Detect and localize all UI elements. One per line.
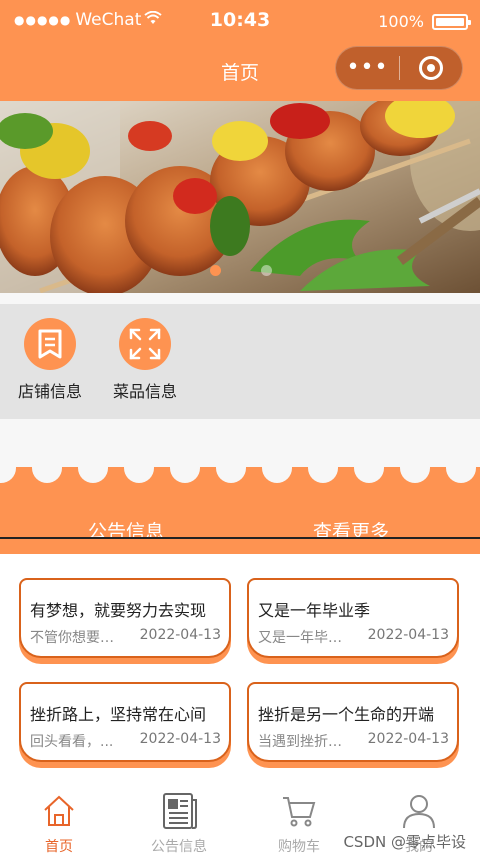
close-mini-program-button[interactable] <box>400 56 462 80</box>
user-icon <box>369 792 469 830</box>
menu-item-label: 店铺信息 <box>17 382 82 401</box>
expand-icon <box>119 318 171 370</box>
notice-card-title: 挫折是另一个生命的开端 <box>258 705 435 724</box>
newspaper-icon <box>129 792 229 830</box>
battery-icon <box>432 14 471 30</box>
view-more-link[interactable]: 查看更多 <box>313 517 389 537</box>
tab-cart[interactable]: 购物车 <box>249 792 349 856</box>
tab-notices[interactable]: 公告信息 <box>129 792 229 856</box>
status-bar: ●●●●● WeChat 10:43 100% <box>0 0 480 44</box>
cart-icon <box>249 792 349 830</box>
scallop-decoration <box>308 467 338 483</box>
scallop-decoration <box>78 467 108 483</box>
notice-card[interactable]: 挫折是另一个生命的开端 当遇到挫折的时候 2022-04-13 <box>247 682 459 762</box>
tab-label: 首页 <box>45 839 73 855</box>
notice-card-summary: 又是一年毕业季 <box>258 630 354 646</box>
tab-home[interactable]: 首页 <box>9 792 109 856</box>
tab-label: 公告信息 <box>151 839 207 855</box>
spacer <box>0 419 480 467</box>
notice-header: 公告信息 查看更多 <box>0 467 480 537</box>
mini-program-capsule: ••• <box>335 46 463 90</box>
notice-band-bottom <box>0 539 480 554</box>
notice-card-date: 2022-04-13 <box>367 731 449 747</box>
notice-card-summary: 不管你想要怎样的生活 <box>30 630 126 646</box>
notice-card-summary: 回头看看，... <box>30 734 114 750</box>
scallop-decoration <box>216 467 246 483</box>
spacer <box>0 293 480 304</box>
notice-card-date: 2022-04-13 <box>139 731 221 747</box>
notice-card-title: 挫折路上，坚持常在心间 <box>30 705 207 724</box>
menu-item-dish-info[interactable]: 菜品信息 <box>95 318 195 402</box>
scallop-decoration <box>446 467 476 483</box>
notice-card[interactable]: 挫折路上，坚持常在心间 回头看看，... 2022-04-13 <box>19 682 231 762</box>
navigation-bar: 首页 ••• <box>0 44 480 101</box>
carousel-dot[interactable] <box>261 265 272 276</box>
notice-card-title: 有梦想，就要努力去实现 <box>30 601 207 620</box>
notice-card[interactable]: 有梦想，就要努力去实现 不管你想要怎样的生活 2022-04-13 <box>19 578 231 658</box>
menu-item-label: 菜品信息 <box>112 382 177 401</box>
carousel-dot-active[interactable] <box>210 265 221 276</box>
tab-label: 购物车 <box>278 839 320 855</box>
watermark: CSDN @零点毕设 <box>343 833 466 851</box>
notice-card-summary: 当遇到挫折的时候 <box>258 734 354 750</box>
scallop-decoration <box>354 467 384 483</box>
notice-list: 有梦想，就要努力去实现 不管你想要怎样的生活 2022-04-13 又是一年毕业… <box>0 554 480 780</box>
notice-section-title: 公告信息 <box>88 521 165 537</box>
scallop-decoration <box>32 467 62 483</box>
notice-card-date: 2022-04-13 <box>139 627 221 643</box>
scallop-decoration <box>262 467 292 483</box>
notice-card[interactable]: 又是一年毕业季 又是一年毕业季 2022-04-13 <box>247 578 459 658</box>
scallop-decoration <box>400 467 430 483</box>
battery-percentage: 100% <box>378 12 424 31</box>
home-icon <box>9 792 109 830</box>
banner-carousel[interactable] <box>0 101 480 293</box>
scallop-decoration <box>0 467 16 483</box>
notice-card-date: 2022-04-13 <box>367 627 449 643</box>
notice-card-title: 又是一年毕业季 <box>258 601 371 620</box>
document-icon <box>24 318 76 370</box>
scallop-decoration <box>170 467 200 483</box>
menu-item-shop-info[interactable]: 店铺信息 <box>0 318 100 402</box>
more-options-button[interactable]: ••• <box>336 46 399 90</box>
target-icon <box>418 56 443 80</box>
carousel-indicators <box>210 265 272 276</box>
quick-menu: 店铺信息 菜品信息 <box>0 304 480 419</box>
scallop-decoration <box>124 467 154 483</box>
